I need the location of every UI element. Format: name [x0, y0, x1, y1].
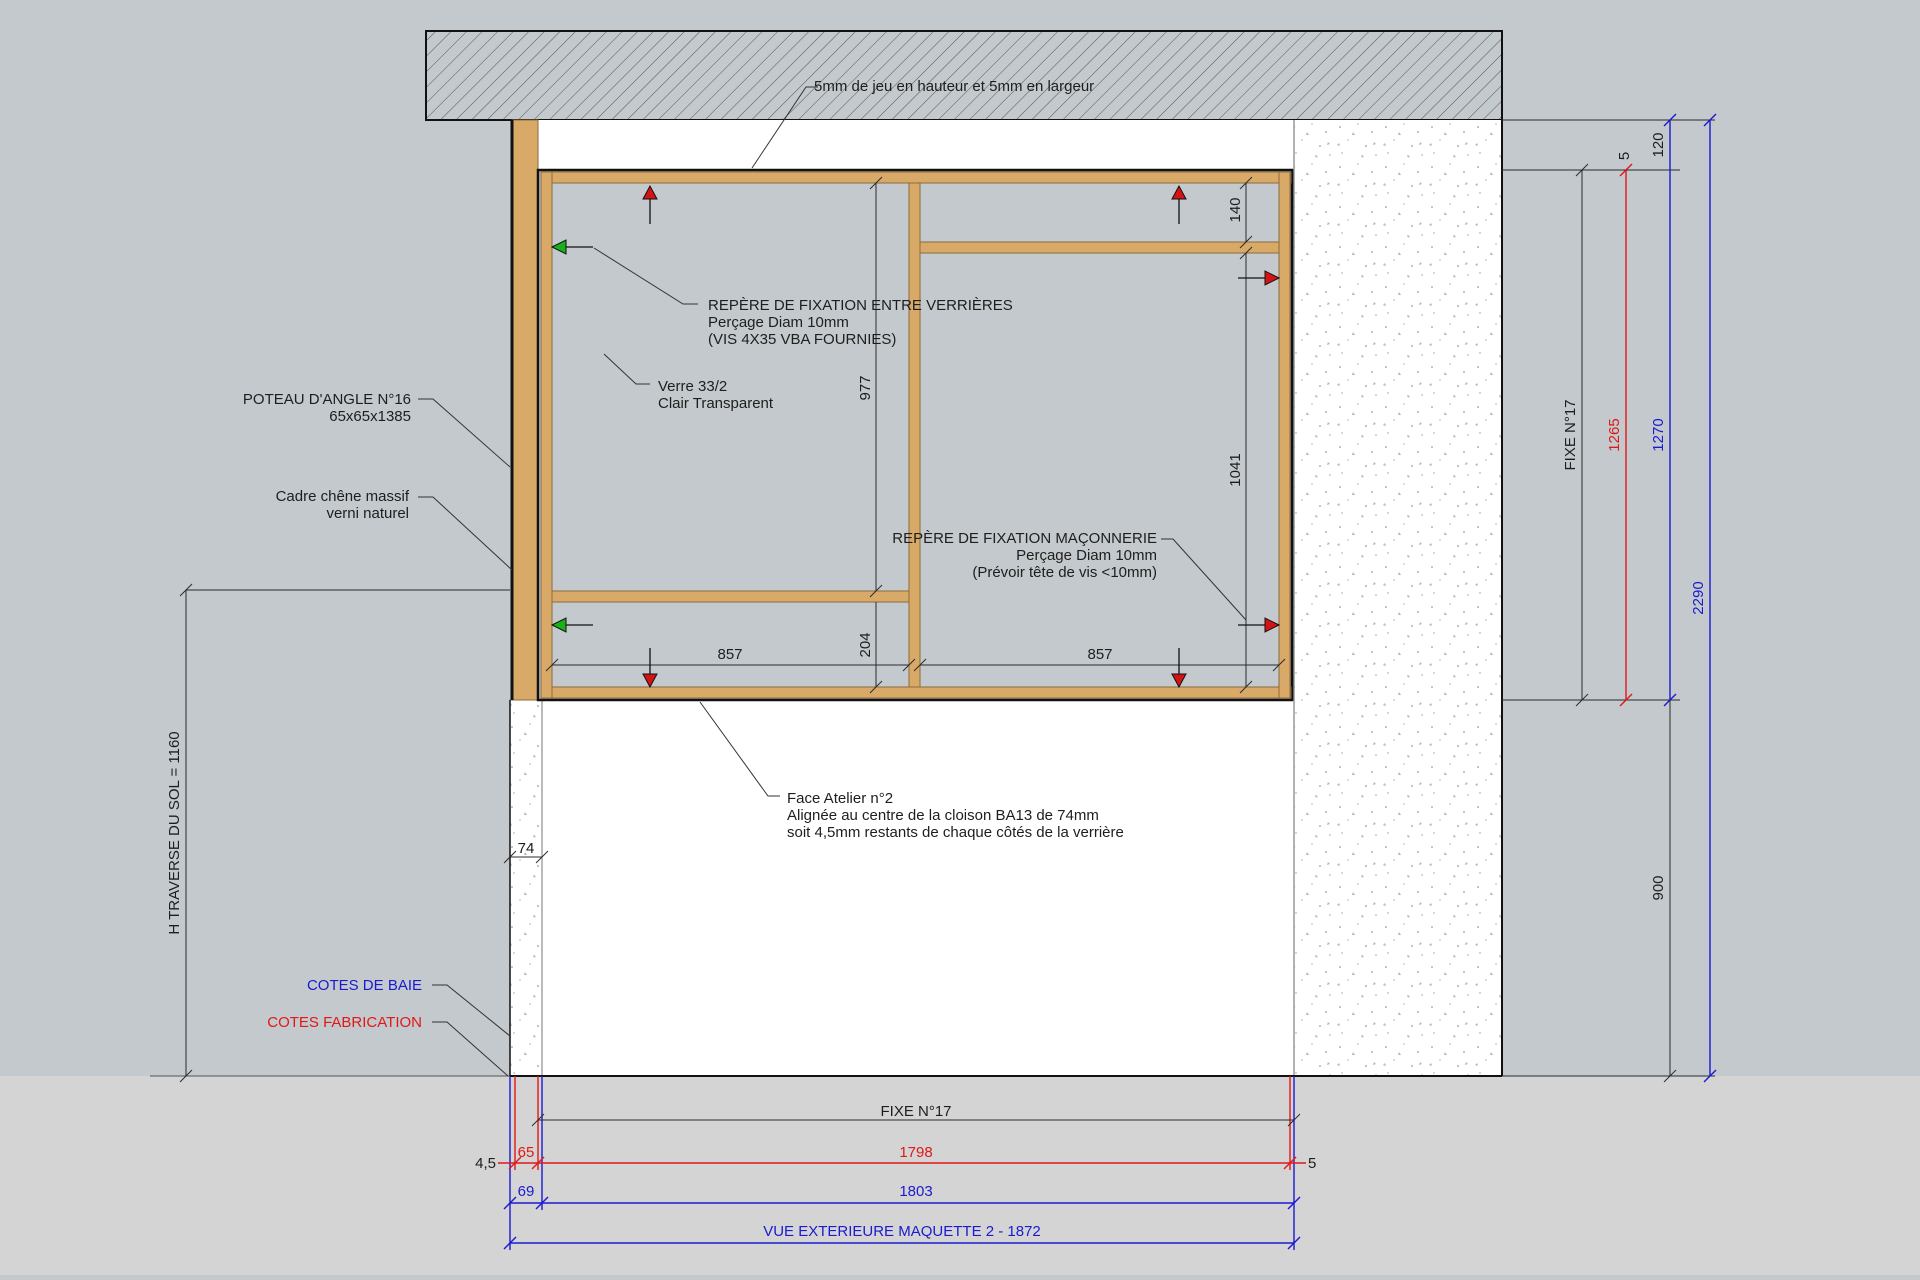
fix-between-screws: (VIS 4X35 VBA FOURNIES) [708, 331, 896, 348]
fix-between-title: REPÈRE DE FIXATION ENTRE VERRIÈRES [708, 297, 1013, 314]
dim-2290: 2290 [1690, 581, 1707, 614]
dim-857-left: 857 [717, 646, 742, 663]
dim-fixe-bottom: FIXE N°17 [880, 1103, 951, 1120]
dim-69: 69 [518, 1183, 535, 1200]
dim-65: 65 [518, 1144, 535, 1161]
dim-857-right: 857 [1087, 646, 1112, 663]
face-title: Face Atelier n°2 [787, 790, 893, 807]
dim-74: 74 [518, 840, 535, 857]
legend-bay: COTES DE BAIE [307, 977, 422, 994]
dim-5-right: 5 [1616, 152, 1633, 160]
face-remainder: soit 4,5mm restants de chaque côtés de l… [787, 824, 1124, 841]
height-from-floor: H TRAVERSE DU SOL = 1160 [166, 731, 183, 934]
floor [0, 1076, 1920, 1275]
dim-1265: 1265 [1606, 418, 1623, 451]
right-dimensions [1502, 113, 1717, 1083]
post-label: POTEAU D'ANGLE N°16 [243, 391, 411, 408]
face-alignment: Alignée au centre de la cloison BA13 de … [787, 807, 1099, 824]
dim-204: 204 [857, 632, 874, 657]
dim-140: 140 [1227, 197, 1244, 222]
frame-center-mullion [908, 182, 921, 688]
dim-fixe-right: FIXE N°17 [1562, 399, 1579, 470]
masonry-fix-note: (Prévoir tête de vis <10mm) [972, 564, 1157, 581]
fix-between-drill: Perçage Diam 10mm [708, 314, 849, 331]
masonry-fix-title: REPÈRE DE FIXATION MAÇONNERIE [892, 530, 1157, 547]
gap-note: 5mm de jeu en hauteur et 5mm en largeur [814, 78, 1094, 95]
frame-right-stile [1278, 171, 1291, 699]
dim-total: VUE EXTERIEURE MAQUETTE 2 - 1872 [763, 1223, 1041, 1240]
glass-type: Clair Transparent [658, 395, 774, 412]
partition-ba13 [509, 699, 543, 1077]
dim-977: 977 [857, 375, 874, 400]
ceiling-slab [425, 30, 1503, 121]
frame-left-stile [540, 171, 553, 699]
dim-5-bottom: 5 [1308, 1155, 1316, 1172]
dim-4-5: 4,5 [475, 1155, 496, 1172]
frame-right-transom [919, 241, 1280, 254]
frame-left-transom [551, 590, 910, 603]
dim-1041: 1041 [1227, 453, 1244, 486]
left-height-dimension [179, 583, 510, 1083]
masonry-pillar [1294, 120, 1502, 1076]
dim-1798: 1798 [899, 1144, 932, 1161]
dim-1270: 1270 [1650, 418, 1667, 451]
corner-post [511, 119, 539, 701]
frame-top-rail [540, 171, 1292, 184]
glass-spec: Verre 33/2 [658, 378, 727, 395]
frame-material: Cadre chêne massif [276, 488, 410, 505]
wall-below-window [510, 700, 1294, 1076]
post-size: 65x65x1385 [329, 408, 411, 425]
wall-opening-top [537, 120, 1294, 170]
frame-bottom-rail [540, 686, 1292, 699]
elevation-drawing: 977 204 140 1041 857 857 5mm de jeu en h… [0, 0, 1920, 1275]
frame-finish: verni naturel [326, 505, 409, 522]
dim-900: 900 [1650, 875, 1667, 900]
drawing-canvas: 977 204 140 1041 857 857 5mm de jeu en h… [0, 30, 1920, 1275]
dim-1803: 1803 [899, 1183, 932, 1200]
dim-120: 120 [1650, 132, 1667, 157]
masonry-fix-drill: Perçage Diam 10mm [1016, 547, 1157, 564]
legend-fab: COTES FABRICATION [267, 1014, 422, 1031]
